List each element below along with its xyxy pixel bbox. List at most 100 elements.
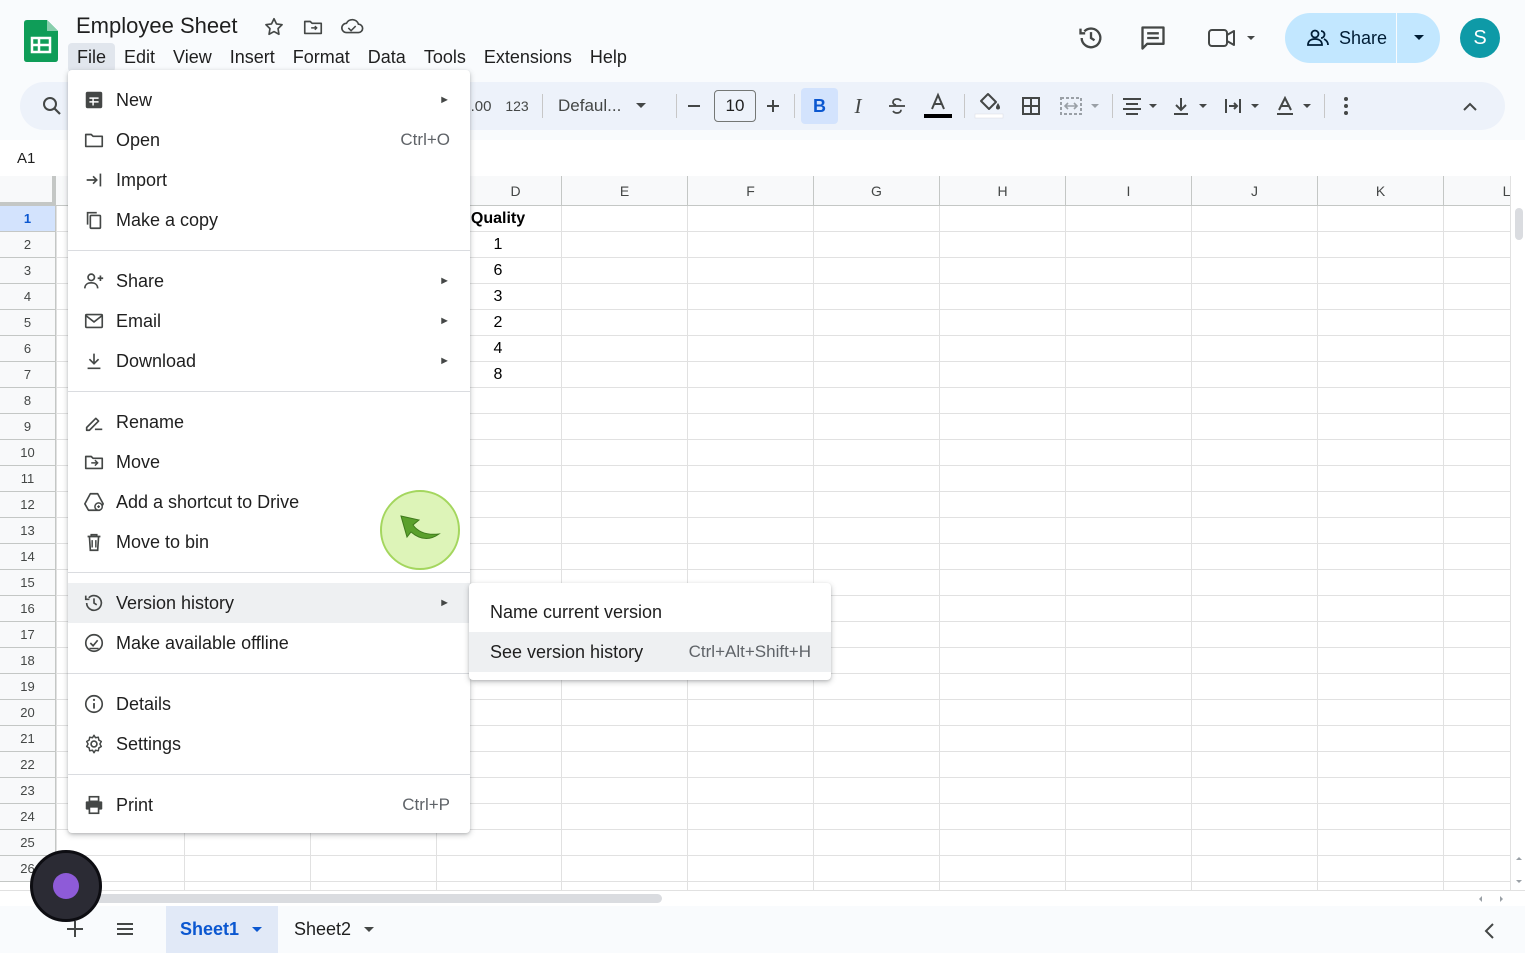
row-header-14[interactable]: 14 — [0, 544, 56, 570]
menu-help[interactable]: Help — [581, 43, 636, 72]
font-size-decrease-icon[interactable] — [682, 82, 706, 130]
sheet-tab-sheet2[interactable]: Sheet2 — [280, 906, 392, 953]
file-menu-item-print[interactable]: Print Ctrl+P — [68, 785, 470, 825]
row-header-6[interactable]: 6 — [0, 336, 56, 362]
share-dropdown-icon[interactable] — [1397, 33, 1440, 43]
font-size-increase-icon[interactable] — [761, 82, 785, 130]
hscroll-arrows-icon[interactable] — [1474, 893, 1510, 905]
cloud-saved-icon[interactable] — [340, 15, 364, 39]
row-header-20[interactable]: 20 — [0, 700, 56, 726]
file-menu-item-email[interactable]: Email ► — [68, 301, 470, 341]
decimal-increase-icon[interactable]: .00 — [470, 82, 492, 130]
file-menu-item-share[interactable]: Share ► — [68, 261, 470, 301]
more-formats-button[interactable]: 123 — [502, 82, 532, 130]
share-main-button[interactable]: Share — [1285, 13, 1397, 63]
name-box[interactable]: A1 — [17, 150, 35, 167]
row-header-8[interactable]: 8 — [0, 388, 56, 414]
chevron-down-icon[interactable] — [363, 926, 375, 934]
file-menu-item-details[interactable]: Details — [68, 684, 470, 724]
all-sheets-icon[interactable] — [114, 918, 136, 945]
menu-view[interactable]: View — [164, 43, 221, 72]
collapse-toolbar-icon[interactable] — [1458, 82, 1482, 130]
document-title[interactable]: Employee Sheet — [76, 13, 237, 39]
menu-edit[interactable]: Edit — [115, 43, 164, 72]
horizontal-align-icon[interactable] — [1120, 82, 1162, 130]
row-header-19[interactable]: 19 — [0, 674, 56, 700]
file-menu-item-download[interactable]: Download ► — [68, 341, 470, 381]
row-header-18[interactable]: 18 — [0, 648, 56, 674]
file-menu-item-move[interactable]: Move — [68, 442, 470, 482]
merge-cells-icon[interactable] — [1058, 82, 1104, 130]
name-current-version-item[interactable]: Name current version — [469, 592, 831, 632]
column-header-k[interactable]: K — [1318, 176, 1444, 206]
vertical-scrollbar[interactable] — [1510, 176, 1525, 890]
file-menu-item-make-available-offline[interactable]: Make available offline — [68, 623, 470, 663]
cell-d5[interactable]: 2 — [462, 310, 534, 336]
row-header-16[interactable]: 16 — [0, 596, 56, 622]
more-options-icon[interactable] — [1334, 82, 1358, 130]
file-menu-item-new[interactable]: New ► — [68, 80, 470, 120]
row-header-13[interactable]: 13 — [0, 518, 56, 544]
comments-icon[interactable] — [1133, 18, 1173, 58]
recorder-widget[interactable] — [30, 850, 102, 922]
sheet-tab-sheet1[interactable]: Sheet1 — [166, 906, 278, 953]
row-header-21[interactable]: 21 — [0, 726, 56, 752]
file-menu-item-version-history[interactable]: Version history ► — [68, 583, 470, 623]
avatar[interactable]: S — [1460, 18, 1500, 58]
row-header-4[interactable]: 4 — [0, 284, 56, 310]
menu-file[interactable]: File — [68, 43, 116, 72]
text-rotation-icon[interactable] — [1274, 82, 1316, 130]
column-header-d[interactable]: D — [470, 176, 562, 206]
row-header-5[interactable]: 5 — [0, 310, 56, 336]
menu-insert[interactable]: Insert — [221, 43, 284, 72]
share-button[interactable]: Share — [1285, 13, 1440, 63]
row-header-9[interactable]: 9 — [0, 414, 56, 440]
menu-tools[interactable]: Tools — [415, 43, 475, 72]
select-all-corner[interactable] — [0, 176, 56, 206]
search-menus-icon[interactable] — [38, 82, 66, 130]
meet-icon[interactable] — [1200, 18, 1262, 58]
file-menu-item-rename[interactable]: Rename — [68, 402, 470, 442]
borders-icon[interactable] — [1018, 82, 1044, 130]
row-header-23[interactable]: 23 — [0, 778, 56, 804]
row-header-22[interactable]: 22 — [0, 752, 56, 778]
vertical-scroll-thumb[interactable] — [1515, 208, 1523, 240]
column-header-j[interactable]: J — [1192, 176, 1318, 206]
file-menu-item-settings[interactable]: Settings — [68, 724, 470, 764]
font-size-input[interactable]: 10 — [714, 90, 756, 122]
text-color-icon[interactable] — [922, 82, 954, 130]
cell-d3[interactable]: 6 — [462, 258, 534, 284]
row-header-12[interactable]: 12 — [0, 492, 56, 518]
column-header-h[interactable]: H — [940, 176, 1066, 206]
move-folder-icon[interactable] — [301, 15, 325, 39]
row-header-11[interactable]: 11 — [0, 466, 56, 492]
cell-d1[interactable]: Quality — [462, 206, 534, 232]
horizontal-scrollbar[interactable] — [0, 890, 1525, 906]
column-header-i[interactable]: I — [1066, 176, 1192, 206]
horizontal-scroll-thumb[interactable] — [60, 894, 662, 903]
cell-d2[interactable]: 1 — [462, 232, 534, 258]
row-header-1[interactable]: 1 — [0, 206, 56, 232]
bold-button[interactable]: B — [801, 88, 838, 124]
add-sheet-icon[interactable] — [64, 918, 86, 945]
cell-d7[interactable]: 8 — [462, 362, 534, 388]
scroll-arrows-icon[interactable] — [1514, 852, 1524, 888]
row-header-10[interactable]: 10 — [0, 440, 56, 466]
row-header-24[interactable]: 24 — [0, 804, 56, 830]
column-header-f[interactable]: F — [688, 176, 814, 206]
vertical-align-icon[interactable] — [1170, 82, 1212, 130]
row-header-25[interactable]: 25 — [0, 830, 56, 856]
menu-data[interactable]: Data — [359, 43, 415, 72]
file-menu-item-import[interactable]: Import — [68, 160, 470, 200]
column-header-g[interactable]: G — [814, 176, 940, 206]
version-history-icon[interactable] — [1071, 18, 1111, 58]
row-header-7[interactable]: 7 — [0, 362, 56, 388]
strikethrough-icon[interactable] — [884, 82, 910, 130]
file-menu-item-open[interactable]: Open Ctrl+O — [68, 120, 470, 160]
menu-format[interactable]: Format — [284, 43, 359, 72]
cell-d6[interactable]: 4 — [462, 336, 534, 362]
fill-color-icon[interactable] — [972, 82, 1006, 130]
side-panel-toggle-icon[interactable] — [1482, 922, 1496, 945]
font-family-select[interactable]: Defaul... — [558, 82, 658, 130]
file-menu-item-make-a-copy[interactable]: Make a copy — [68, 200, 470, 240]
